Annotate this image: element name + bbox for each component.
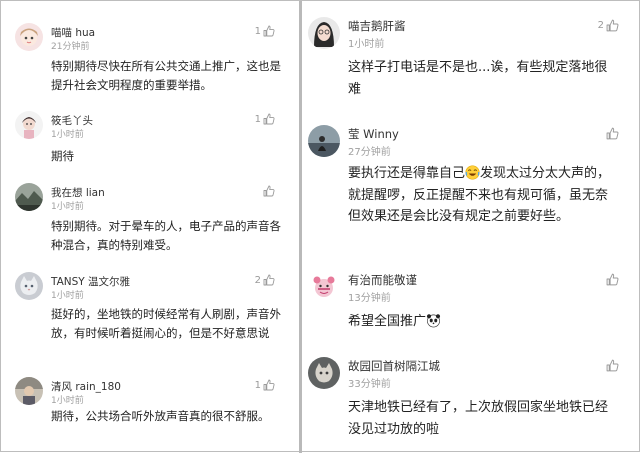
comment-text: 特别期待。对于晕车的人，电子产品的声音各种混合，真的特别难受。 bbox=[51, 219, 281, 252]
like-count: 1 bbox=[254, 379, 261, 391]
like-count: 2 bbox=[254, 274, 261, 286]
comment-screenshot: 喵喵 hua 21分钟前 1 特别期待尽快在所有公共交通上推广，这也是提升社会文… bbox=[0, 0, 640, 453]
comment-text: 要执行还是得靠自己 发现太过分太大声的，就提醒啰，反正提醒不来也有规可循，虽无奈但… bbox=[348, 163, 620, 228]
comment-text-part: 希望全国推广 bbox=[348, 314, 427, 329]
like-button[interactable] bbox=[604, 359, 619, 372]
user-avatar[interactable] bbox=[15, 272, 43, 300]
comment-text: 这样子打电话是不是也...诶，有些规定落地很难 bbox=[348, 60, 608, 97]
comment-time: 1小时前 bbox=[51, 130, 84, 140]
user-avatar[interactable] bbox=[308, 17, 340, 49]
like-button[interactable] bbox=[604, 273, 619, 286]
comment-text: 挺好的，坐地铁的时候经常有人刷剧，声音外放，有时候听着挺闹心的，但是不好意思说 bbox=[51, 307, 281, 340]
comment-time: 13分钟前 bbox=[348, 293, 391, 304]
comment-item: 故园回首树隔江城 33分钟前 天津地铁已经有了，上次放假回家坐地铁已经没见过功放… bbox=[302, 357, 640, 449]
comment-item: 喵喵 hua 21分钟前 1 特别期待尽快在所有公共交通上推广，这也是提升社会文… bbox=[1, 23, 299, 95]
thumbs-up-icon bbox=[606, 127, 619, 140]
user-name[interactable]: 有治而能敬谨 bbox=[348, 272, 417, 288]
like-button[interactable] bbox=[604, 127, 619, 140]
like-count: 2 bbox=[597, 20, 604, 31]
comment-item: TANSY 温文尔雅 1小时前 2 挺好的，坐地铁的时候经常有人刷剧，声音外放，… bbox=[1, 272, 299, 364]
comment-item: 我在想 lian 1小时前 特别期待。对于晕车的人，电子产品的声音各种混合，真的… bbox=[1, 183, 299, 255]
like-count: 1 bbox=[254, 25, 261, 37]
user-avatar[interactable] bbox=[308, 357, 340, 389]
comment-text: 希望全国推广 bbox=[348, 311, 620, 333]
comment-text: 天津地铁已经有了，上次放假回家坐地铁已经没见过功放的啦 bbox=[348, 400, 609, 437]
comment-time: 1小时前 bbox=[51, 202, 84, 212]
like-button[interactable]: 1 bbox=[255, 379, 275, 391]
like-button[interactable] bbox=[261, 185, 275, 197]
user-name[interactable]: 喵喵 hua bbox=[51, 25, 95, 40]
like-button[interactable]: 1 bbox=[255, 25, 275, 37]
comment-item: 喵吉鹅肝酱 1小时前 2 这样子打电话是不是也...诶，有些规定落地很难 bbox=[302, 17, 640, 107]
user-avatar[interactable] bbox=[308, 271, 340, 303]
thumbs-up-icon bbox=[263, 113, 275, 125]
user-avatar[interactable] bbox=[308, 125, 340, 157]
comment-item: 有治而能敬谨 13分钟前 希望全国推广 bbox=[302, 271, 640, 341]
user-avatar[interactable] bbox=[15, 377, 43, 405]
comment-time: 1小时前 bbox=[348, 39, 385, 50]
comment-item: 筱毛丫头 1小时前 1 期待 bbox=[1, 111, 299, 171]
user-name[interactable]: 清风 rain_180 bbox=[51, 379, 121, 394]
comment-text: 特别期待尽快在所有公共交通上推广，这也是提升社会文明程度的重要举措。 bbox=[51, 59, 281, 92]
left-comment-panel: 喵喵 hua 21分钟前 1 特别期待尽快在所有公共交通上推广，这也是提升社会文… bbox=[1, 1, 299, 453]
thumbs-up-icon bbox=[263, 25, 275, 37]
like-button[interactable]: 2 bbox=[598, 19, 619, 32]
panda-emoji-icon bbox=[426, 314, 441, 328]
comment-time: 1小时前 bbox=[51, 396, 84, 406]
laughing-emoji-icon bbox=[465, 165, 480, 180]
thumbs-up-icon bbox=[606, 273, 619, 286]
comment-text-part: 要执行还是得靠自己 bbox=[348, 166, 466, 181]
user-name[interactable]: 我在想 lian bbox=[51, 185, 105, 200]
like-button[interactable]: 2 bbox=[255, 274, 275, 286]
user-name[interactable]: 故园回首树隔江城 bbox=[348, 358, 440, 374]
comment-time: 27分钟前 bbox=[348, 147, 391, 158]
thumbs-up-icon bbox=[606, 359, 619, 372]
like-count: 1 bbox=[254, 113, 261, 125]
user-name[interactable]: 筱毛丫头 bbox=[51, 113, 93, 128]
comment-item: 清风 rain_180 1小时前 1 期待，公共场合听外放声音真的很不舒服。 bbox=[1, 377, 299, 449]
thumbs-up-icon bbox=[263, 379, 275, 391]
right-comment-panel: 喵吉鹅肝酱 1小时前 2 这样子打电话是不是也...诶，有些规定落地很难 莹 W… bbox=[302, 1, 640, 453]
thumbs-up-icon bbox=[263, 274, 275, 286]
user-name[interactable]: TANSY 温文尔雅 bbox=[51, 274, 130, 289]
thumbs-up-icon bbox=[606, 19, 619, 32]
user-name[interactable]: 莹 Winny bbox=[348, 126, 399, 142]
user-avatar[interactable] bbox=[15, 111, 43, 139]
thumbs-up-icon bbox=[263, 185, 275, 197]
comment-time: 1小时前 bbox=[51, 291, 84, 301]
comment-text: 期待，公共场合听外放声音真的很不舒服。 bbox=[51, 409, 270, 423]
comment-time: 33分钟前 bbox=[348, 379, 391, 390]
user-name[interactable]: 喵吉鹅肝酱 bbox=[348, 18, 406, 34]
user-avatar[interactable] bbox=[15, 23, 43, 51]
comment-text: 期待 bbox=[51, 149, 74, 163]
user-avatar[interactable] bbox=[15, 183, 43, 211]
comment-item: 莹 Winny 27分钟前 要执行还是得靠自己 发现太过分太大声的，就提醒啰，反正… bbox=[302, 125, 640, 251]
comment-time: 21分钟前 bbox=[51, 42, 90, 52]
like-button[interactable]: 1 bbox=[255, 113, 275, 125]
